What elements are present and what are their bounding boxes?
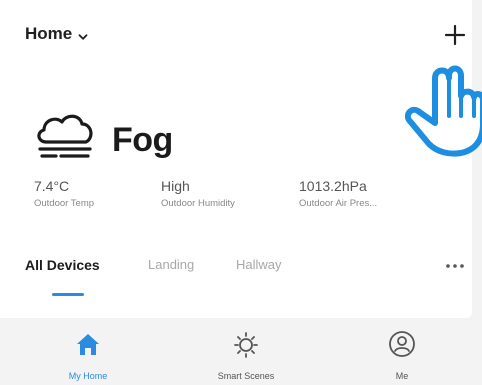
nav-me[interactable]: Me: [382, 330, 422, 381]
stat-label: Outdoor Air Pres...: [299, 198, 378, 209]
stat-outdoor-temp: 7.4°C Outdoor Temp: [34, 178, 94, 209]
weather-summary: Fog: [34, 110, 173, 170]
fog-icon: [34, 112, 96, 169]
pointing-hand-icon: [404, 58, 482, 163]
chevron-down-icon: [78, 29, 88, 40]
stat-value: 7.4°C: [34, 178, 70, 194]
nav-my-home[interactable]: My Home: [58, 330, 118, 381]
add-device-button[interactable]: [444, 24, 466, 46]
sun-icon: [232, 330, 260, 363]
profile-icon: [388, 330, 416, 363]
stat-outdoor-humidity: High Outdoor Humidity: [161, 178, 235, 209]
home-selector[interactable]: Home: [25, 24, 88, 44]
stat-value: High: [161, 178, 190, 194]
home-title: Home: [25, 24, 73, 43]
stat-outdoor-air-pressure: 1013.2hPa Outdoor Air Pres...: [299, 178, 377, 209]
app-screen: Home Fog 7.4°C Outdoor Temp High Outdoor…: [0, 0, 482, 385]
stat-label: Outdoor Humidity: [161, 198, 235, 209]
tab-hallway[interactable]: Hallway: [236, 257, 282, 272]
nav-smart-scenes[interactable]: Smart Scenes: [206, 330, 286, 381]
nav-label: Smart Scenes: [217, 371, 275, 381]
weather-condition: Fog: [112, 120, 173, 159]
tab-landing[interactable]: Landing: [148, 257, 194, 272]
more-button[interactable]: [444, 259, 466, 273]
more-dots-icon: [444, 260, 466, 277]
home-icon: [74, 330, 102, 363]
active-tab-indicator: [52, 293, 84, 296]
room-tabs: All Devices Landing Hallway: [0, 257, 482, 297]
stat-label: Outdoor Temp: [34, 198, 95, 209]
bottom-nav: My Home Smart Scenes Me: [0, 330, 482, 385]
nav-label: My Home: [68, 371, 108, 381]
plus-icon: [444, 24, 466, 50]
tab-all-devices[interactable]: All Devices: [25, 257, 100, 273]
nav-label: Me: [395, 371, 409, 381]
stat-value: 1013.2hPa: [299, 178, 367, 194]
